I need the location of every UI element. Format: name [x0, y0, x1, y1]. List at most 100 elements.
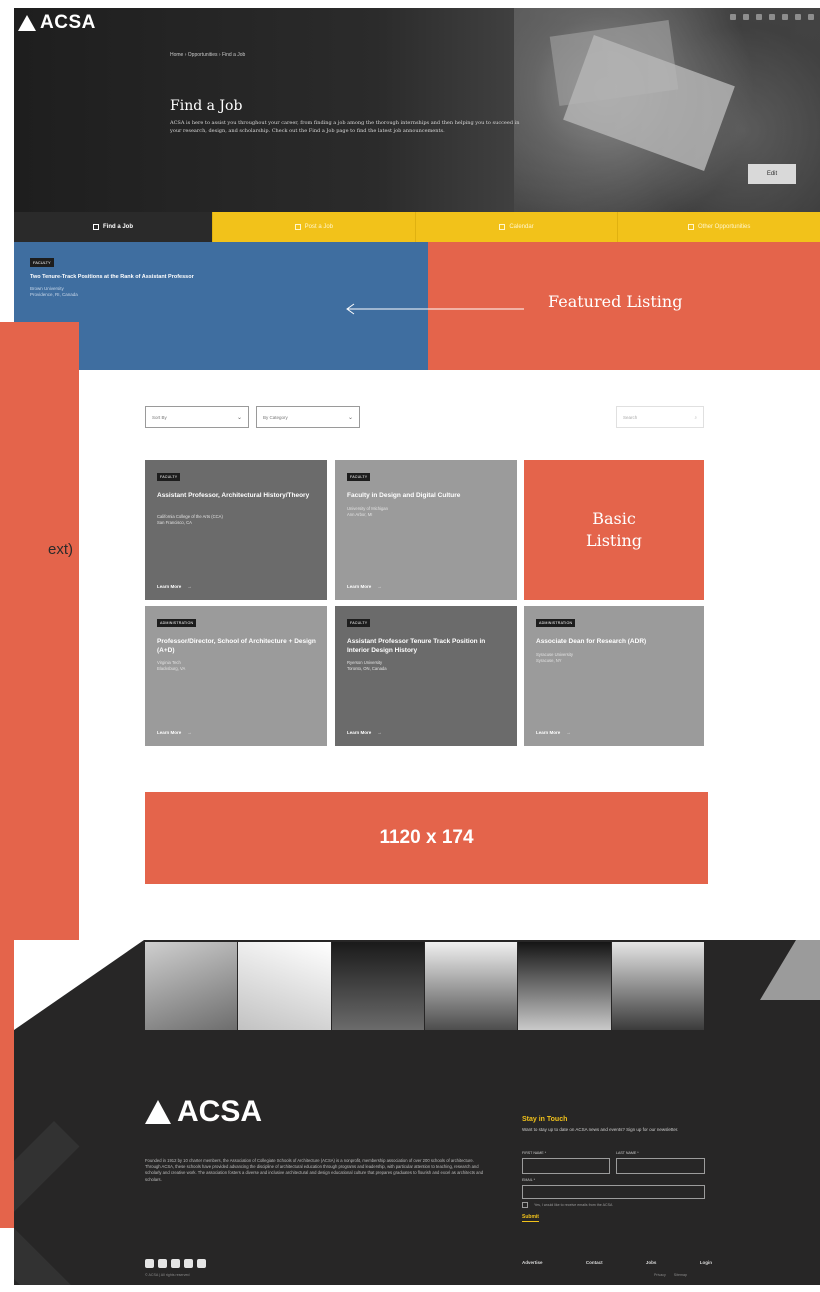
job-listing-card[interactable]: ADMINISTRATION Associate Dean for Resear…	[524, 606, 704, 746]
footer-link-login[interactable]: Login	[700, 1260, 712, 1265]
opportunities-icon	[688, 224, 694, 230]
tab-label: Find a Job	[103, 224, 133, 230]
youtube-icon[interactable]	[782, 14, 788, 20]
search-icon[interactable]: ⌕	[694, 415, 697, 420]
chevron-down-icon: ⌄	[347, 414, 353, 421]
last-name-label: LAST NAME *	[616, 1151, 639, 1155]
email-field[interactable]	[522, 1185, 705, 1199]
header-icon-bar	[730, 14, 814, 20]
instagram-icon[interactable]	[743, 14, 749, 20]
facebook-icon[interactable]	[145, 1259, 154, 1268]
listing-title[interactable]: Associate Dean for Research (ADR)	[536, 638, 696, 647]
instagram-icon[interactable]	[158, 1259, 167, 1268]
hero-edit-button[interactable]: Edit	[748, 164, 796, 184]
annotation-arrow-icon	[346, 303, 524, 315]
featured-title[interactable]: Two Tenure-Track Positions at the Rank o…	[30, 274, 360, 280]
learn-more-link[interactable]: Learn More →	[347, 730, 382, 735]
footer-nav: Advertise Contact Jobs Login	[522, 1260, 712, 1265]
consent-label: Yes, I would like to receive emails from…	[534, 1203, 613, 1207]
listing-title[interactable]: Faculty in Design and Digital Culture	[347, 492, 507, 501]
listing-badge: FACULTY	[347, 473, 371, 481]
footer-photo	[145, 942, 238, 1030]
section-tabs: Find a Job Post a Job Calendar Other Opp…	[14, 212, 820, 242]
footer-photo	[238, 942, 331, 1030]
footer-logo[interactable]: ACSA	[145, 1095, 262, 1129]
youtube-icon[interactable]	[197, 1259, 206, 1268]
footer-photo	[518, 942, 611, 1030]
linkedin-icon[interactable]	[184, 1259, 193, 1268]
first-name-field[interactable]	[522, 1158, 610, 1174]
footer-legal-links: Privacy Sitemap	[654, 1273, 687, 1277]
twitter-icon[interactable]	[756, 14, 762, 20]
featured-listing-label: Featured Listing	[548, 292, 683, 311]
category-select-value: By Category	[263, 414, 288, 420]
breadcrumb[interactable]: Home › Opportunities › Find a Job	[170, 52, 245, 58]
footer-social-icons	[145, 1259, 206, 1268]
footer-photo	[331, 942, 424, 1030]
listing-org: Virginia Tech Blacksburg, VA	[157, 660, 186, 671]
featured-badge: FACULTY	[30, 258, 54, 267]
job-listing-card[interactable]: FACULTY Assistant Professor Tenure Track…	[335, 606, 517, 746]
calendar-icon	[499, 224, 506, 230]
job-listing-card[interactable]: FACULTY Faculty in Design and Digital Cu…	[335, 460, 517, 600]
footer-logo-text: ACSA	[177, 1095, 263, 1128]
tab-label: Calendar	[509, 224, 534, 230]
tab-find-a-job[interactable]: Find a Job	[14, 212, 212, 242]
email-label: EMAIL *	[522, 1178, 536, 1182]
footer-about-text: Founded in 1912 by 10 charter members, t…	[145, 1158, 484, 1182]
footer-photo	[424, 942, 518, 1030]
learn-more-link[interactable]: Learn More →	[536, 730, 571, 735]
search-placeholder: Search	[623, 414, 638, 420]
last-name-field[interactable]	[616, 1158, 705, 1174]
chevron-down-icon: ⌄	[236, 414, 242, 421]
sort-select[interactable]: Sort By ⌄	[145, 406, 249, 428]
learn-more-link[interactable]: Learn More →	[157, 730, 192, 735]
hero-banner: ACSA Home › Opportunities › Find a Job F…	[14, 8, 820, 212]
listing-org: Ryerson University Toronto, ON, Canada	[347, 660, 387, 671]
newsletter-title: Stay in Touch	[522, 1116, 568, 1123]
logo-text: ACSA	[40, 12, 96, 33]
featured-org-location: Providence, RI, Canada	[30, 292, 78, 297]
listing-org: California College of the Arts (CCA) San …	[157, 514, 223, 525]
listing-title[interactable]: Assistant Professor, Architectural Histo…	[157, 492, 317, 501]
ad-banner-placeholder[interactable]: 1120 x 174	[145, 792, 708, 884]
sort-select-value: Sort By	[152, 414, 167, 420]
footer-link-contact[interactable]: Contact	[586, 1260, 603, 1265]
job-listing-card[interactable]: ADMINISTRATION Professor/Director, Schoo…	[145, 606, 327, 746]
arrow-right-icon: →	[187, 584, 192, 589]
newsletter-description: Want to stay up to date on ACSA news and…	[522, 1127, 679, 1132]
post-icon	[294, 224, 301, 230]
footer-photo-strip	[145, 942, 705, 1030]
featured-org: Brown University Providence, RI, Canada	[30, 286, 78, 298]
basic-listing-label: Basic Listing	[524, 460, 704, 600]
footer-photo	[611, 942, 704, 1030]
user-icon[interactable]	[795, 14, 801, 20]
site-logo[interactable]: ACSA	[18, 12, 96, 34]
page-title: Find a Job	[170, 98, 243, 114]
footer-link-jobs[interactable]: Jobs	[646, 1260, 657, 1265]
facebook-icon[interactable]	[730, 14, 736, 20]
linkedin-icon[interactable]	[769, 14, 775, 20]
arrow-right-icon: →	[566, 730, 571, 735]
tab-calendar[interactable]: Calendar	[414, 212, 618, 242]
twitter-icon[interactable]	[171, 1259, 180, 1268]
submit-button[interactable]: Submit	[522, 1214, 539, 1222]
footer-link-advertise[interactable]: Advertise	[522, 1260, 543, 1265]
listing-org: Syracuse University Syracuse, NY	[536, 652, 574, 663]
tab-post-a-job[interactable]: Post a Job	[212, 212, 415, 242]
listing-title[interactable]: Professor/Director, School of Architectu…	[157, 638, 317, 655]
listing-badge: FACULTY	[157, 473, 181, 481]
category-select[interactable]: By Category ⌄	[256, 406, 360, 428]
search-icon[interactable]	[808, 14, 814, 20]
learn-more-link[interactable]: Learn More →	[157, 584, 192, 589]
job-listing-card[interactable]: FACULTY Assistant Professor, Architectur…	[145, 460, 327, 600]
consent-checkbox[interactable]	[522, 1202, 528, 1208]
sitemap-link[interactable]: Sitemap	[674, 1273, 687, 1277]
arrow-right-icon: →	[377, 584, 382, 589]
listing-badge: ADMINISTRATION	[536, 619, 576, 627]
learn-more-link[interactable]: Learn More →	[347, 584, 382, 589]
search-input[interactable]: Search ⌕	[616, 406, 704, 428]
privacy-link[interactable]: Privacy	[654, 1273, 666, 1277]
listing-title[interactable]: Assistant Professor Tenure Track Positio…	[347, 638, 507, 655]
tab-other-opportunities[interactable]: Other Opportunities	[617, 212, 820, 242]
